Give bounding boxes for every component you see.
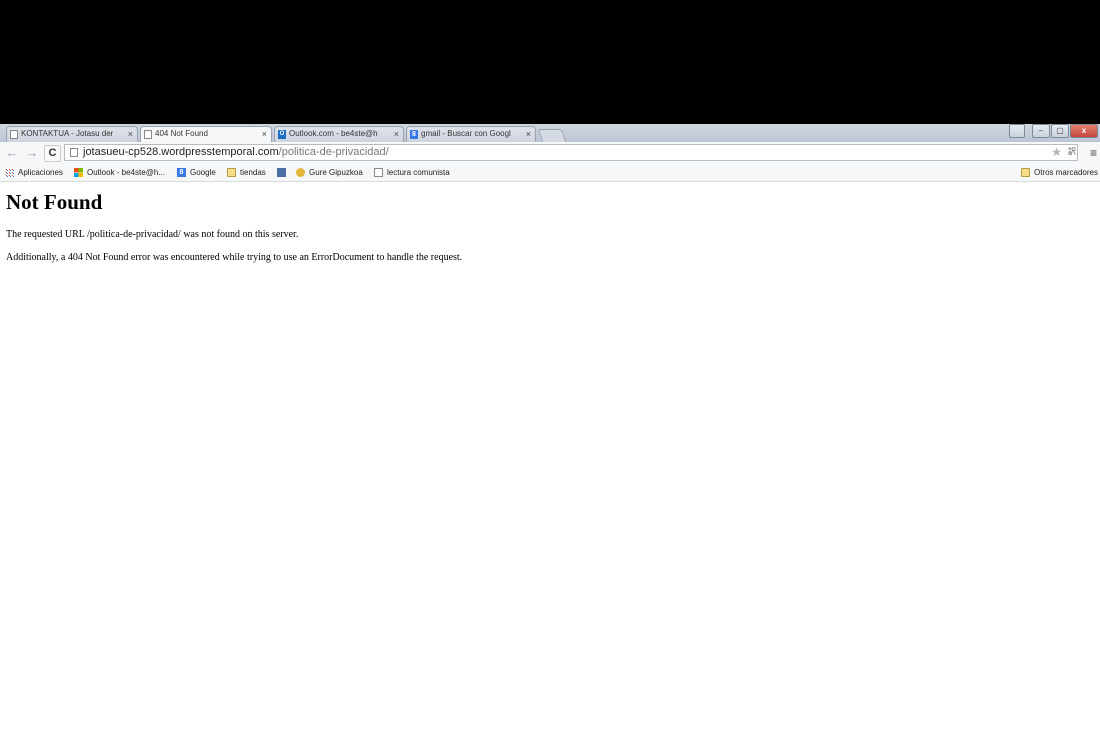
browser-toolbar: ← → C jotasueu-cp528.wordpresstemporal.c… (0, 142, 1100, 165)
bookmark-lectura-comunista[interactable]: lectura comunista (374, 166, 450, 179)
tab-kontaktua[interactable]: KONTAKTUA - Jotasu der × (6, 126, 138, 142)
bookmark-gure-gipuzkoa[interactable]: Gure Gipuzkoa (296, 166, 363, 179)
folder-icon (1020, 168, 1030, 177)
error-message: The requested URL /politica-de-privacida… (6, 229, 299, 240)
page-icon (144, 130, 152, 139)
bookmarks-bar: Aplicaciones Outlook - be4ste@h... 8 Goo… (0, 164, 1100, 182)
bookmark-label: tiendas (240, 168, 266, 177)
bookmark-label: Otros marcadores (1033, 168, 1098, 177)
url-path: /politica-de-privacidad/ (278, 146, 389, 158)
bookmark-outlook[interactable]: Outlook - be4ste@h... (74, 166, 165, 179)
tab-label: gmail - Buscar con Googl (421, 129, 511, 138)
bookmark-label: Google (190, 168, 216, 177)
close-tab-icon[interactable]: × (394, 127, 399, 141)
close-tab-icon[interactable]: × (262, 127, 267, 141)
bookmark-label: lectura comunista (387, 168, 450, 177)
bookmark-unnamed[interactable] (277, 166, 290, 179)
tab-outlook[interactable]: O Outlook.com - be4ste@h × (274, 126, 404, 142)
black-letterbox (0, 0, 1100, 124)
windows-icon (74, 168, 83, 177)
forward-button[interactable]: → (24, 145, 40, 161)
tab-label: Outlook.com - be4ste@h (289, 129, 378, 138)
window-controls: – ▢ x (1009, 124, 1098, 138)
page-icon (70, 148, 78, 157)
tab-label: KONTAKTUA - Jotasu der (21, 129, 114, 138)
bookmark-label: Aplicaciones (18, 168, 63, 177)
reload-button[interactable]: C (44, 145, 61, 162)
minimize-button[interactable]: – (1032, 124, 1050, 138)
tab-label: 404 Not Found (155, 129, 208, 138)
address-bar[interactable]: jotasueu-cp528.wordpresstemporal.com/pol… (64, 144, 1078, 161)
page-icon (10, 130, 18, 139)
apps-icon (5, 168, 14, 177)
translate-icon[interactable]: 訳 (1068, 147, 1080, 157)
close-window-button[interactable]: x (1070, 124, 1098, 138)
page-title: Not Found (6, 190, 103, 214)
page-content: Not Found The requested URL /politica-de… (6, 182, 1086, 275)
google-icon: 8 (177, 168, 186, 177)
bookmark-icon (277, 168, 286, 177)
back-button[interactable]: ← (4, 145, 20, 161)
bookmark-star-icon[interactable]: ★ (1051, 145, 1062, 159)
tab-strip: KONTAKTUA - Jotasu der × 404 Not Found ×… (0, 124, 1100, 143)
other-bookmarks[interactable]: Otros marcadores (1020, 166, 1098, 179)
maximize-button[interactable]: ▢ (1051, 124, 1069, 138)
bookmark-google[interactable]: 8 Google (177, 166, 216, 179)
user-icon[interactable] (1009, 124, 1025, 138)
browser-window: KONTAKTUA - Jotasu der × 404 Not Found ×… (0, 124, 1100, 752)
folder-icon (227, 168, 236, 177)
google-icon: 8 (410, 130, 418, 139)
bookmark-label: Gure Gipuzkoa (309, 168, 363, 177)
tab-404-not-found[interactable]: 404 Not Found × (140, 126, 272, 143)
page-icon (374, 168, 383, 177)
gure-icon (296, 168, 305, 177)
url-host: jotasueu-cp528.wordpresstemporal.com (83, 146, 279, 158)
bookmark-aplicaciones[interactable]: Aplicaciones (5, 166, 63, 179)
new-tab-button[interactable] (537, 129, 567, 142)
tab-gmail-search[interactable]: 8 gmail - Buscar con Googl × (406, 126, 536, 142)
bookmark-label: Outlook - be4ste@h... (87, 168, 165, 177)
menu-icon[interactable]: ≡ (1090, 146, 1097, 160)
bookmark-folder-tiendas[interactable]: tiendas (227, 166, 266, 179)
close-tab-icon[interactable]: × (128, 127, 133, 141)
outlook-icon: O (278, 130, 286, 139)
close-tab-icon[interactable]: × (526, 127, 531, 141)
error-document-message: Additionally, a 404 Not Found error was … (6, 252, 463, 263)
